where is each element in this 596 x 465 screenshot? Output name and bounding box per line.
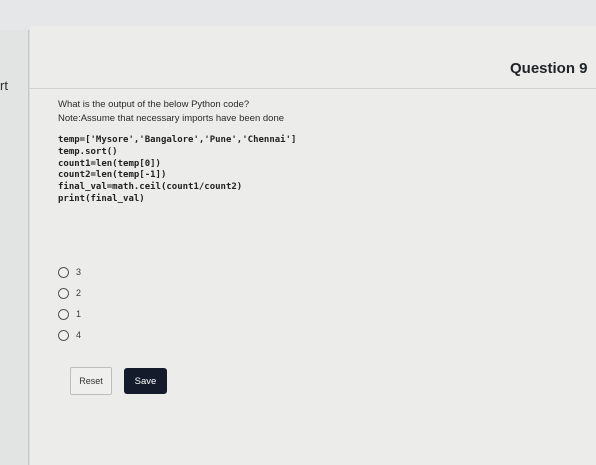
question-prompt: What is the output of the below Python c… bbox=[58, 99, 250, 110]
reset-button[interactable]: Reset bbox=[70, 367, 112, 395]
save-button[interactable]: Save bbox=[124, 368, 167, 394]
code-line: temp=['Mysore','Bangalore','Pune','Chenn… bbox=[58, 135, 297, 145]
radio-button[interactable] bbox=[58, 308, 69, 320]
answer-options: 3 2 1 4 bbox=[58, 262, 81, 346]
question-note: Note:Assume that necessary imports have … bbox=[58, 113, 285, 124]
left-side-panel: rt bbox=[0, 30, 29, 465]
left-tab-label: rt bbox=[0, 78, 8, 93]
code-line: final_val=math.ceil(count1/count2) bbox=[58, 182, 243, 193]
code-line: count1=len(temp[0]) bbox=[58, 158, 161, 169]
code-line: temp.sort() bbox=[58, 146, 118, 157]
radio-button[interactable] bbox=[58, 287, 69, 299]
answer-option-4[interactable]: 4 bbox=[58, 325, 81, 345]
code-line: print(final_val) bbox=[58, 193, 145, 204]
option-label: 2 bbox=[76, 288, 82, 298]
answer-option-2[interactable]: 2 bbox=[58, 283, 81, 303]
option-label: 1 bbox=[76, 309, 82, 319]
question-card: Question 9 What is the output of the bel… bbox=[30, 26, 596, 465]
code-line: count2=len(temp[-1]) bbox=[58, 170, 167, 181]
answer-option-1[interactable]: 1 bbox=[58, 304, 81, 324]
option-label: 4 bbox=[76, 330, 82, 340]
answer-option-3[interactable]: 3 bbox=[58, 262, 81, 282]
code-block: temp=['Mysore','Bangalore','Pune','Chenn… bbox=[58, 135, 296, 206]
radio-button[interactable] bbox=[58, 329, 69, 341]
radio-button[interactable] bbox=[58, 266, 69, 278]
option-label: 3 bbox=[76, 267, 82, 277]
header-divider bbox=[30, 88, 596, 89]
question-number: Question 9 bbox=[510, 60, 588, 77]
